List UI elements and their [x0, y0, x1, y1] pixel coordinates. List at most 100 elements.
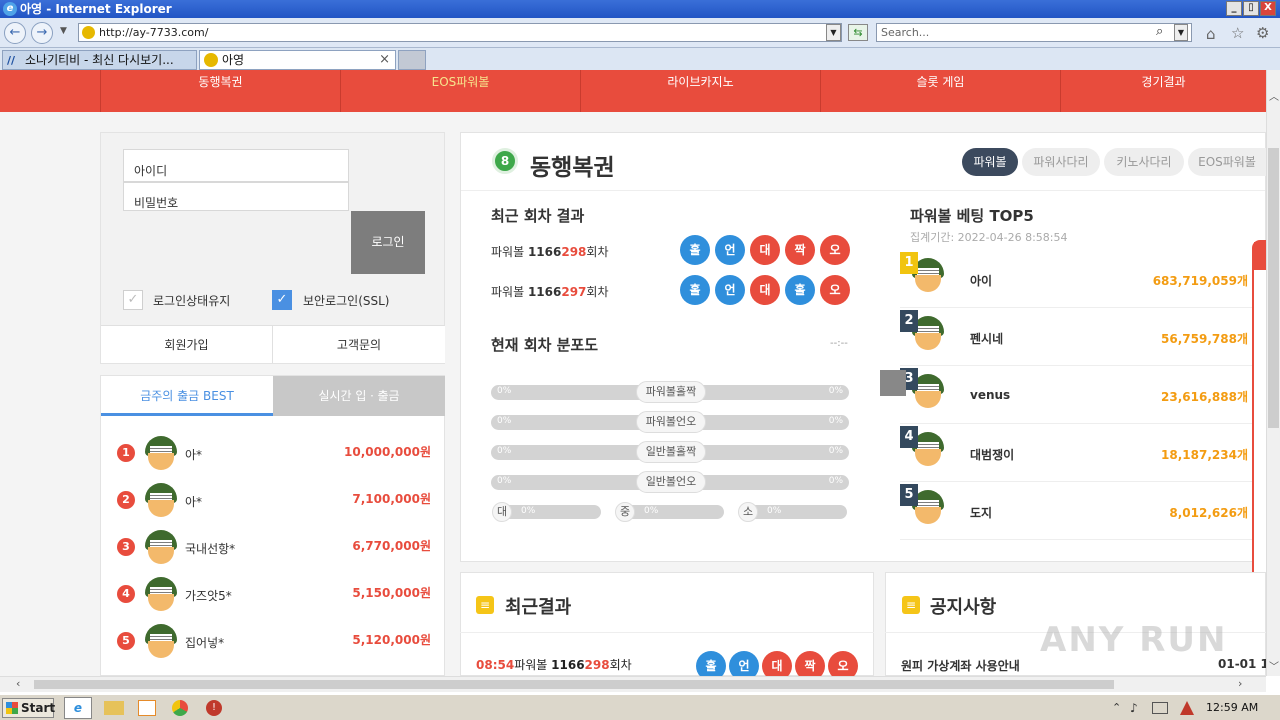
nav-item-results[interactable]: 경기결과: [1060, 70, 1266, 112]
tab-eos-powerball[interactable]: EOS파워볼: [1188, 148, 1266, 176]
back-button[interactable]: ←: [4, 22, 26, 44]
helmet-face: [148, 453, 174, 470]
security-alert-icon[interactable]: !: [206, 700, 222, 716]
horizontal-scrollbar[interactable]: ‹ ›: [0, 676, 1266, 692]
scroll-right-icon[interactable]: ›: [1238, 677, 1242, 690]
recent-results-title: 최근결과: [505, 597, 572, 618]
rank-badge: 4: [900, 426, 918, 448]
support-button[interactable]: 고객문의: [273, 325, 445, 363]
bar-left-percent: 0%: [497, 446, 512, 456]
avatar-icon: [145, 577, 177, 611]
notice-item[interactable]: 원피 가상계좌 사용안내: [901, 657, 1020, 674]
refresh-icon[interactable]: ⇆: [848, 24, 868, 41]
tray-expand-icon[interactable]: ⌃: [1112, 697, 1121, 719]
scroll-down-icon[interactable]: ﹀: [1269, 658, 1279, 673]
action-center-flag-icon[interactable]: [1180, 701, 1194, 715]
withdraw-amount: 5,120,000원: [352, 633, 431, 647]
volume-icon[interactable]: ♪: [1130, 697, 1138, 719]
avatar-icon: [145, 483, 177, 517]
search-icon[interactable]: ⌕: [1156, 24, 1163, 39]
favorites-star-icon[interactable]: ☆: [1231, 24, 1244, 42]
join-button[interactable]: 회원가입: [101, 325, 273, 363]
home-icon[interactable]: ⌂: [1206, 25, 1216, 43]
start-button[interactable]: Start: [2, 698, 55, 718]
result-round-a: 1166: [551, 658, 585, 672]
search-input[interactable]: Search...: [876, 23, 1192, 42]
helmet-face: [148, 547, 174, 564]
avatar-icon: [145, 530, 177, 564]
bar-left-percent: 0%: [497, 386, 512, 396]
ssl-login-checkbox[interactable]: ✓: [272, 290, 292, 310]
tab-ayoung[interactable]: 아영 ×: [199, 50, 396, 70]
rank-badge: 5: [117, 632, 135, 650]
withdraw-amount: 6,770,000원: [352, 539, 431, 553]
ie-logo-icon: e: [3, 2, 17, 16]
top5-row[interactable]: 2 펜시네 56,759,788개: [900, 310, 1252, 366]
list-item[interactable]: 2 아* 7,100,000원: [115, 481, 431, 521]
address-dropdown-icon[interactable]: ▼: [826, 24, 841, 41]
tab-power-ladder[interactable]: 파워사다리: [1022, 148, 1100, 176]
id-field[interactable]: 아이디: [123, 149, 349, 182]
close-window-button[interactable]: X: [1260, 1, 1276, 16]
avatar-icon: [145, 436, 177, 470]
tab-label: 소나기티비 - 최신 다시보기...: [25, 53, 174, 67]
nav-item-donghaeng[interactable]: 동행복권: [100, 70, 340, 112]
top5-row[interactable]: 5 도지 8,012,626개: [900, 484, 1252, 540]
list-icon: ≡: [476, 596, 494, 614]
tab-realtime[interactable]: 실시간 입ㆍ출금: [273, 376, 445, 416]
tab-keno-ladder[interactable]: 키노사다리: [1104, 148, 1184, 176]
list-item[interactable]: 3 국내선항* 6,770,000원: [115, 528, 431, 568]
settings-gear-icon[interactable]: ⚙: [1256, 24, 1269, 42]
round-label: 파워볼 1166298회차: [491, 243, 609, 260]
restore-button[interactable]: ▯: [1243, 1, 1259, 16]
minimize-button[interactable]: _: [1226, 1, 1242, 16]
ranker-name: 대범쟁이: [970, 448, 1015, 462]
password-field[interactable]: 비밀번호: [123, 182, 349, 211]
top5-row[interactable]: 1 아이 683,719,059개: [900, 252, 1252, 308]
chrome-icon[interactable]: [172, 700, 188, 716]
login-button[interactable]: 로그인: [351, 211, 425, 274]
nav-item-slot[interactable]: 슬롯 게임: [820, 70, 1060, 112]
tab-close-icon[interactable]: ×: [379, 51, 390, 69]
sonagi-favicon-icon: //: [7, 54, 16, 67]
ranker-name: 펜시네: [970, 332, 1004, 346]
media-player-icon[interactable]: [138, 700, 156, 716]
top5-row[interactable]: 3 venus 23,616,888개: [900, 368, 1252, 424]
scroll-up-icon[interactable]: ︿: [1269, 88, 1279, 103]
list-item[interactable]: 4 가즈앗5* 5,150,000원: [115, 575, 431, 615]
vertical-scrollbar[interactable]: ︿ ﹀: [1266, 70, 1280, 676]
user-name: 집어넣*: [185, 636, 225, 650]
forward-button[interactable]: →: [31, 22, 53, 44]
nav-item-live-casino[interactable]: 라이브카지노: [580, 70, 820, 112]
scroll-left-icon[interactable]: ‹: [16, 677, 20, 690]
top5-row[interactable]: 4 대범쟁이 18,187,234개: [900, 426, 1252, 482]
nav-item-eos-powerball[interactable]: EOS파워볼: [340, 70, 580, 112]
clock: 12:59 AM: [1206, 701, 1259, 714]
horizontal-scroll-thumb[interactable]: [34, 680, 1114, 689]
network-icon[interactable]: [1152, 702, 1168, 714]
tab-label: 아영: [222, 53, 245, 67]
tab-sonagitv[interactable]: // 소나기티비 - 최신 다시보기...: [2, 50, 197, 70]
search-dropdown-icon[interactable]: ▼: [1174, 24, 1188, 41]
result-time: 08:54: [476, 658, 515, 672]
ie-taskbar-icon[interactable]: e: [64, 697, 92, 719]
list-item[interactable]: 1 아* 10,000,000원: [115, 434, 431, 474]
bar-left-percent: 0%: [497, 416, 512, 426]
keep-login-checkbox[interactable]: ✓: [123, 290, 143, 310]
result-ball: 언: [715, 275, 745, 305]
explorer-folder-icon[interactable]: [104, 701, 124, 715]
floating-widget[interactable]: [880, 370, 906, 396]
side-panel-tab[interactable]: [1254, 242, 1266, 270]
new-tab-button[interactable]: [398, 50, 426, 70]
history-dropdown-icon[interactable]: ▼: [60, 26, 67, 36]
recent-result-row[interactable]: 08:54파워볼 1166298회차: [476, 656, 632, 673]
helmet-face: [915, 391, 941, 408]
list-item[interactable]: 5 집어넣* 5,120,000원: [115, 622, 431, 662]
password-placeholder: 비밀번호: [134, 196, 179, 210]
tab-weekly-best[interactable]: 금주의 출금 BEST: [101, 376, 273, 416]
address-bar[interactable]: http://ay-7733.com/: [78, 23, 842, 42]
tab-powerball[interactable]: 파워볼: [962, 148, 1018, 176]
vertical-scroll-thumb[interactable]: [1268, 148, 1279, 428]
top5-period: 집계기간: 2022-04-26 8:58:54: [910, 231, 1068, 244]
helmet-face: [148, 594, 174, 611]
